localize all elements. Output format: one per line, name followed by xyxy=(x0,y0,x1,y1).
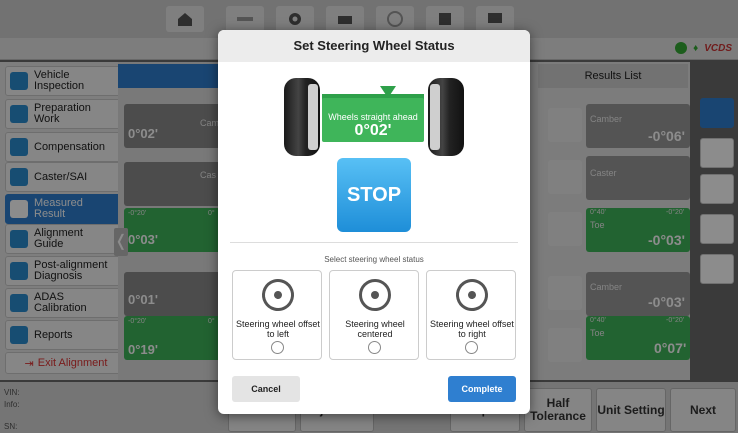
left-tire-image xyxy=(284,78,320,156)
steering-wheel-centered-icon xyxy=(359,279,391,311)
steering-wheel-right-icon xyxy=(450,273,494,317)
option-label: Steering wheel offset to right xyxy=(430,319,514,339)
cancel-button[interactable]: Cancel xyxy=(232,376,300,402)
radio-offset-left[interactable] xyxy=(271,341,284,354)
option-offset-left[interactable]: Steering wheel offset to left xyxy=(232,270,322,360)
steering-status-dialog: Set Steering Wheel Status Wheels straigh… xyxy=(218,30,530,414)
radio-centered[interactable] xyxy=(368,341,381,354)
complete-button[interactable]: Complete xyxy=(448,376,516,402)
option-label: Steering wheel offset to left xyxy=(236,319,320,339)
option-offset-right[interactable]: Steering wheel offset to right xyxy=(426,270,516,360)
status-label: Wheels straight ahead xyxy=(328,112,418,122)
center-marker-icon xyxy=(380,86,396,98)
select-status-label: Select steering wheel status xyxy=(324,255,424,264)
option-label: Steering wheel centered xyxy=(345,319,405,339)
radio-offset-right[interactable] xyxy=(465,341,478,354)
status-value: 0°02' xyxy=(354,122,392,139)
steering-wheel-left-icon xyxy=(256,273,300,317)
right-tire-image xyxy=(428,78,464,156)
stop-button[interactable]: STOP xyxy=(337,158,411,232)
option-centered[interactable]: Steering wheel centered xyxy=(329,270,419,360)
dialog-title: Set Steering Wheel Status xyxy=(218,30,530,62)
divider xyxy=(230,242,518,243)
